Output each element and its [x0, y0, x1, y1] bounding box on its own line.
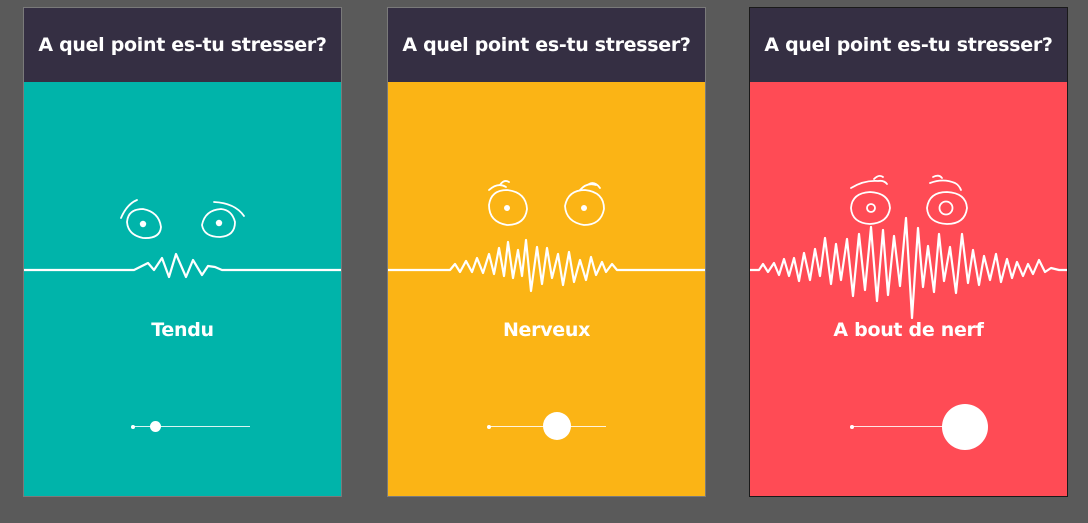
card-title: A quel point es-tu stresser? — [764, 34, 1053, 56]
card-title: A quel point es-tu stresser? — [402, 34, 691, 56]
stressed-out-face-icon — [750, 174, 1067, 320]
card-body: Nerveux — [388, 82, 705, 496]
stress-card-tense: A quel point es-tu stresser? Tendu — [23, 7, 342, 497]
stress-level-screens: A quel point es-tu stresser? Tendu A que… — [0, 0, 1088, 523]
slider-thumb[interactable] — [543, 412, 571, 440]
card-header: A quel point es-tu stresser? — [24, 8, 341, 82]
card-header: A quel point es-tu stresser? — [750, 8, 1067, 82]
mood-label: Nerveux — [502, 319, 591, 341]
slider-thumb[interactable] — [942, 404, 988, 450]
stress-card-overwhelmed: A quel point es-tu stresser? A bout de n… — [749, 7, 1068, 497]
mood-label: Tendu — [151, 319, 214, 341]
mood-label: A bout de nerf — [833, 319, 984, 341]
card-body: A bout de nerf — [750, 82, 1067, 496]
card-body: Tendu — [24, 82, 341, 496]
slider-thumb[interactable] — [150, 421, 161, 432]
card-title: A quel point es-tu stresser? — [38, 34, 327, 56]
tense-face-icon — [24, 199, 341, 279]
card-header: A quel point es-tu stresser? — [388, 8, 705, 82]
stress-card-nervous: A quel point es-tu stresser? Nerveux — [387, 7, 706, 497]
